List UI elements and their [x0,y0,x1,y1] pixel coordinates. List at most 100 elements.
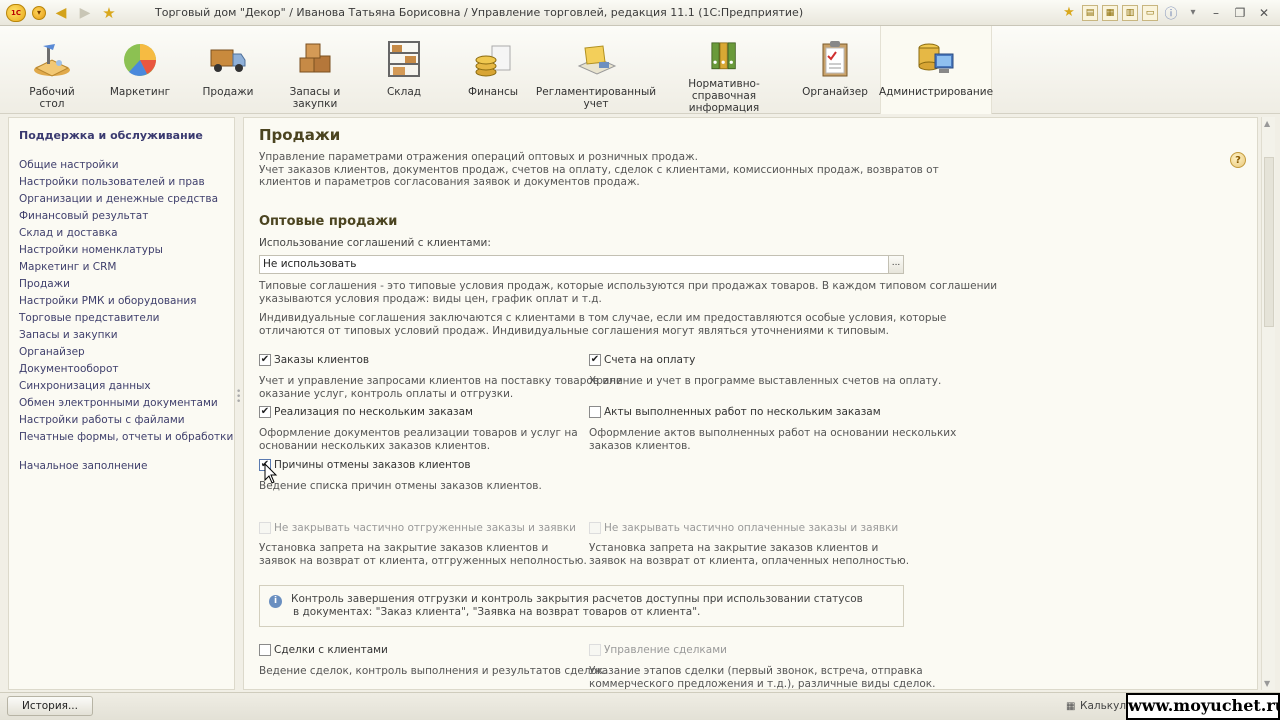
invoices-checkbox[interactable]: ✔ [589,354,601,366]
sidebar-item-pos-equipment[interactable]: Настройки РМК и оборудования [19,295,197,307]
calculator-icon[interactable]: ▥ [1122,4,1138,21]
cancel-reasons-label[interactable]: Причины отмены заказов клиентов [274,459,471,471]
sidebar-item-documents[interactable]: Документооборот [19,363,119,375]
multi-order-sales-checkbox[interactable]: ✔ [259,406,271,418]
computer-icon [918,43,954,73]
favorites-star-icon[interactable]: ★ [100,4,118,22]
minimize-button[interactable]: – [1206,4,1226,22]
history-button[interactable]: История... [7,696,93,716]
sidebar-item-print-forms[interactable]: Печатные формы, отчеты и обработки [19,431,233,443]
coins-icon [475,45,511,77]
close-button[interactable]: ✕ [1254,4,1274,22]
text-line: Ведение сделок, контроль выполнения и ре… [259,665,607,677]
sidebar-item-inventory[interactable]: Запасы и закупки [19,329,118,341]
text-line: заявок на возврат от клиента, оплаченных… [589,554,910,567]
app-logo-icon[interactable]: 1С [6,3,26,22]
calendar-icon[interactable]: ▦ [1102,4,1118,21]
section-warehouse[interactable]: Склад [374,26,434,114]
scroll-down-icon[interactable]: ▼ [1264,679,1270,688]
vertical-scrollbar[interactable]: ▲ ▼ [1261,117,1275,690]
deal-management-label: Управление сделками [604,644,727,656]
sidebar-item-general-settings[interactable]: Общие настройки [19,159,119,171]
back-arrow-icon[interactable]: ◀ [52,4,70,22]
sidebar-item-marketing-crm[interactable]: Маркетинг и CRM [19,261,116,273]
deals-desc: Ведение сделок, контроль выполнения и ре… [259,665,607,678]
pie-chart-icon [124,44,156,76]
panel-splitter[interactable]: • • • [236,388,241,407]
info-icon: i [269,595,282,608]
agreements-value[interactable]: Не использовать [260,256,888,273]
multi-order-sales-label[interactable]: Реализация по нескольким заказам [274,406,473,418]
deals-label[interactable]: Сделки с клиентами [274,644,388,656]
sidebar-item-organizations[interactable]: Организации и денежные средства [19,193,218,205]
text-line: Установка запрета на закрытие заказов кл… [259,542,549,554]
choose-button[interactable]: ... [888,256,903,273]
section-administration[interactable]: Администрирование [879,26,993,114]
section-label: Склад [386,86,422,98]
section-organizer[interactable]: Органайзер [800,26,870,114]
multi-order-sales-desc: Оформление документов реализации товаров… [259,427,578,452]
work-acts-desc: Оформление актов выполненных работ на ос… [589,427,956,452]
deals-checkbox[interactable] [259,644,271,656]
customer-orders-checkbox[interactable]: ✔ [259,354,271,366]
sidebar-item-sync[interactable]: Синхронизация данных [19,380,151,392]
section-label: Запасы и закупки [289,86,341,110]
keep-paid-open-label: Не закрывать частично оплаченные заказы … [604,522,899,534]
section-label: Регламентированный учет [535,86,657,110]
section-marketing[interactable]: Маркетинг [108,26,172,114]
sidebar-item-user-settings[interactable]: Настройки пользователей и прав [19,176,205,188]
main-menu-icon[interactable]: ▾ [32,5,46,20]
text-line: Контроль завершения отгрузки и контроль … [291,593,863,605]
typical-agreements-text: Типовые соглашения - это типовые условия… [259,280,997,305]
invoices-label[interactable]: Счета на оплату [604,354,695,366]
deal-management-checkbox [589,644,601,656]
settings-dropdown-icon[interactable]: ▾ [1184,4,1202,22]
section-label: Нормативно-справочная информация [688,78,760,114]
mouse-cursor-icon [264,463,278,484]
text-line: отличаются от типовых условий продаж. Ин… [259,324,889,337]
text-line: Установка запрета на закрытие заказов кл… [589,542,879,554]
keep-shipped-open-checkbox [259,522,271,534]
work-acts-label[interactable]: Акты выполненных работ по нескольким зак… [604,406,881,418]
sidebar-item-initial-fill[interactable]: Начальное заполнение [19,460,147,472]
section-sales[interactable]: Продажи [197,26,259,114]
title-bar: 1С ▾ ◀ ▶ ★ Торговый дом "Декор" / Иванов… [0,0,1280,26]
sections-panel: Рабочий стол Маркетинг Продажи Запасы и … [0,26,1280,114]
text-line: указываются условия продаж: виды цен, гр… [259,292,602,305]
add-favorite-icon[interactable]: ★ [1060,4,1078,22]
document-icon[interactable]: ▤ [1082,4,1098,21]
scrollbar-thumb[interactable] [1264,157,1274,327]
sidebar-item-sales[interactable]: Продажи [19,278,70,290]
description-line: Управление параметрами отражения операци… [259,151,698,163]
info-icon[interactable]: ⓘ [1162,4,1180,22]
section-reference[interactable]: Нормативно-справочная информация [662,26,786,114]
text-line: в документах: "Заказ клиента", "Заявка н… [293,605,701,618]
keep-shipped-open-desc: Установка запрета на закрытие заказов кл… [259,542,587,567]
sidebar-item-nomenclature[interactable]: Настройки номенклатуры [19,244,163,256]
maximize-button[interactable]: ❐ [1230,4,1250,22]
sidebar-item-financial-result[interactable]: Финансовый результат [19,210,148,222]
help-icon[interactable]: ? [1230,152,1246,168]
sidebar-item-sales-reps[interactable]: Торговые представители [19,312,159,324]
sidebar-item-files[interactable]: Настройки работы с файлами [19,414,185,426]
window-list-icon[interactable]: ▭ [1142,4,1158,21]
work-acts-checkbox[interactable] [589,406,601,418]
forward-arrow-icon[interactable]: ▶ [76,4,94,22]
scroll-up-icon[interactable]: ▲ [1264,119,1270,128]
sidebar-item-organizer[interactable]: Органайзер [19,346,85,358]
section-inventory[interactable]: Запасы и закупки [283,26,347,114]
sidebar: Поддержка и обслуживание Общие настройки… [8,117,235,690]
sidebar-item-edi[interactable]: Обмен электронными документами [19,397,218,409]
section-desktop[interactable]: Рабочий стол [18,26,86,114]
invoices-desc: Хранение и учет в программе выставленных… [589,375,941,388]
section-accounting[interactable]: Регламентированный учет [536,26,656,114]
agreements-select[interactable]: Не использовать ... [259,255,904,274]
text-line: Учет и управление запросами клиентов на … [259,375,623,387]
sidebar-item-warehouse-delivery[interactable]: Склад и доставка [19,227,118,239]
status-info-box: i Контроль завершения отгрузки и контрол… [259,585,904,627]
description-line: Учет заказов клиентов, документов продаж… [259,163,939,176]
calculator-status-icon[interactable]: ▦ [1066,701,1075,712]
customer-orders-label[interactable]: Заказы клиентов [274,354,369,366]
title-bar-tools: 1С ▾ ◀ ▶ ★ [0,3,155,22]
section-finance[interactable]: Финансы [462,26,524,114]
